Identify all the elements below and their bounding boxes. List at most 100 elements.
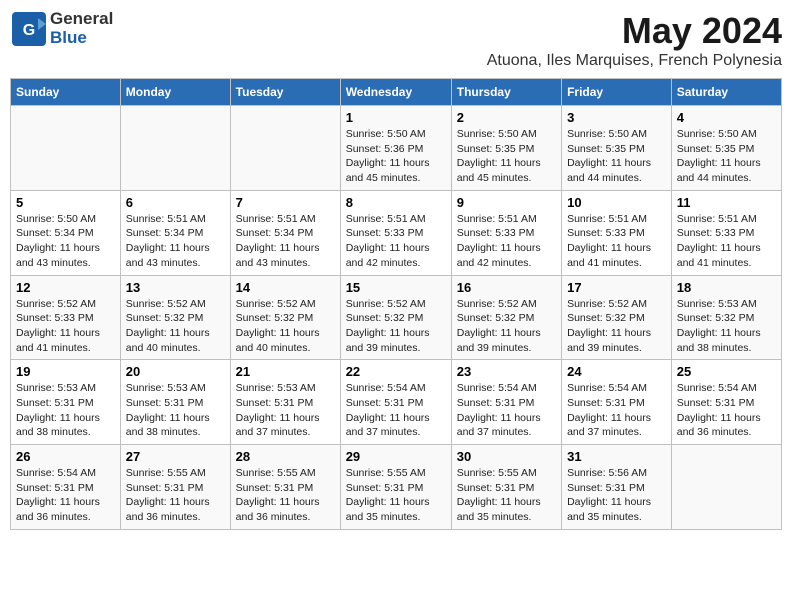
calendar-cell: 25 Sunrise: 5:54 AM Sunset: 5:31 PM Dayl… <box>671 360 781 445</box>
cell-daylight: Daylight: 11 hours and 45 minutes. <box>457 157 541 184</box>
cell-sunset: Sunset: 5:31 PM <box>457 397 535 409</box>
calendar-cell: 19 Sunrise: 5:53 AM Sunset: 5:31 PM Dayl… <box>11 360 121 445</box>
cell-sunrise: Sunrise: 5:52 AM <box>567 298 647 310</box>
cell-sunset: Sunset: 5:31 PM <box>457 482 535 494</box>
cell-daylight: Daylight: 11 hours and 39 minutes. <box>457 327 541 354</box>
cell-sunrise: Sunrise: 5:50 AM <box>346 128 426 140</box>
day-number: 3 <box>567 110 666 125</box>
calendar-cell: 21 Sunrise: 5:53 AM Sunset: 5:31 PM Dayl… <box>230 360 340 445</box>
day-number: 22 <box>346 364 446 379</box>
cell-daylight: Daylight: 11 hours and 36 minutes. <box>126 496 210 523</box>
cell-sunrise: Sunrise: 5:54 AM <box>457 382 537 394</box>
calendar-cell: 7 Sunrise: 5:51 AM Sunset: 5:34 PM Dayli… <box>230 190 340 275</box>
cell-sunset: Sunset: 5:31 PM <box>16 482 94 494</box>
cell-daylight: Daylight: 11 hours and 35 minutes. <box>567 496 651 523</box>
cell-sunrise: Sunrise: 5:50 AM <box>677 128 757 140</box>
day-number: 25 <box>677 364 776 379</box>
cell-sunrise: Sunrise: 5:51 AM <box>567 213 647 225</box>
cell-daylight: Daylight: 11 hours and 44 minutes. <box>677 157 761 184</box>
calendar-cell <box>671 445 781 530</box>
cell-sunset: Sunset: 5:35 PM <box>677 143 755 155</box>
cell-daylight: Daylight: 11 hours and 36 minutes. <box>677 412 761 439</box>
cell-daylight: Daylight: 11 hours and 42 minutes. <box>457 242 541 269</box>
calendar-cell: 1 Sunrise: 5:50 AM Sunset: 5:36 PM Dayli… <box>340 106 451 191</box>
calendar-cell: 28 Sunrise: 5:55 AM Sunset: 5:31 PM Dayl… <box>230 445 340 530</box>
calendar-cell: 14 Sunrise: 5:52 AM Sunset: 5:32 PM Dayl… <box>230 275 340 360</box>
cell-sunrise: Sunrise: 5:54 AM <box>346 382 426 394</box>
cell-daylight: Daylight: 11 hours and 40 minutes. <box>236 327 320 354</box>
calendar-cell: 15 Sunrise: 5:52 AM Sunset: 5:32 PM Dayl… <box>340 275 451 360</box>
day-number: 7 <box>236 195 335 210</box>
weekday-header-monday: Monday <box>120 79 230 106</box>
cell-sunset: Sunset: 5:36 PM <box>346 143 424 155</box>
weekday-header-tuesday: Tuesday <box>230 79 340 106</box>
cell-sunrise: Sunrise: 5:51 AM <box>677 213 757 225</box>
day-number: 12 <box>16 280 115 295</box>
cell-daylight: Daylight: 11 hours and 37 minutes. <box>567 412 651 439</box>
calendar-week-1: 1 Sunrise: 5:50 AM Sunset: 5:36 PM Dayli… <box>11 106 782 191</box>
cell-daylight: Daylight: 11 hours and 38 minutes. <box>16 412 100 439</box>
cell-sunrise: Sunrise: 5:52 AM <box>236 298 316 310</box>
day-number: 13 <box>126 280 225 295</box>
day-number: 20 <box>126 364 225 379</box>
cell-sunset: Sunset: 5:34 PM <box>16 227 94 239</box>
calendar-cell: 8 Sunrise: 5:51 AM Sunset: 5:33 PM Dayli… <box>340 190 451 275</box>
cell-sunrise: Sunrise: 5:55 AM <box>126 467 206 479</box>
cell-sunrise: Sunrise: 5:54 AM <box>567 382 647 394</box>
day-number: 27 <box>126 449 225 464</box>
calendar-cell: 20 Sunrise: 5:53 AM Sunset: 5:31 PM Dayl… <box>120 360 230 445</box>
calendar-week-2: 5 Sunrise: 5:50 AM Sunset: 5:34 PM Dayli… <box>11 190 782 275</box>
day-number: 11 <box>677 195 776 210</box>
cell-sunrise: Sunrise: 5:51 AM <box>126 213 206 225</box>
cell-sunset: Sunset: 5:31 PM <box>236 482 314 494</box>
calendar-cell: 3 Sunrise: 5:50 AM Sunset: 5:35 PM Dayli… <box>562 106 672 191</box>
cell-sunrise: Sunrise: 5:53 AM <box>677 298 757 310</box>
cell-sunset: Sunset: 5:34 PM <box>126 227 204 239</box>
cell-sunset: Sunset: 5:31 PM <box>567 397 645 409</box>
day-number: 19 <box>16 364 115 379</box>
logo-general: General <box>50 10 113 29</box>
day-number: 28 <box>236 449 335 464</box>
cell-sunrise: Sunrise: 5:52 AM <box>346 298 426 310</box>
calendar-cell: 29 Sunrise: 5:55 AM Sunset: 5:31 PM Dayl… <box>340 445 451 530</box>
calendar-cell: 27 Sunrise: 5:55 AM Sunset: 5:31 PM Dayl… <box>120 445 230 530</box>
calendar-cell: 4 Sunrise: 5:50 AM Sunset: 5:35 PM Dayli… <box>671 106 781 191</box>
cell-daylight: Daylight: 11 hours and 36 minutes. <box>16 496 100 523</box>
calendar-cell: 30 Sunrise: 5:55 AM Sunset: 5:31 PM Dayl… <box>451 445 561 530</box>
title-area: May 2024 Atuona, Iles Marquises, French … <box>487 10 782 70</box>
logo: G General Blue <box>10 10 113 48</box>
cell-sunrise: Sunrise: 5:51 AM <box>236 213 316 225</box>
cell-sunset: Sunset: 5:31 PM <box>16 397 94 409</box>
calendar-cell: 17 Sunrise: 5:52 AM Sunset: 5:32 PM Dayl… <box>562 275 672 360</box>
calendar-week-3: 12 Sunrise: 5:52 AM Sunset: 5:33 PM Dayl… <box>11 275 782 360</box>
cell-daylight: Daylight: 11 hours and 44 minutes. <box>567 157 651 184</box>
calendar-cell: 31 Sunrise: 5:56 AM Sunset: 5:31 PM Dayl… <box>562 445 672 530</box>
cell-daylight: Daylight: 11 hours and 38 minutes. <box>126 412 210 439</box>
cell-sunset: Sunset: 5:32 PM <box>457 312 535 324</box>
day-number: 9 <box>457 195 556 210</box>
cell-sunset: Sunset: 5:32 PM <box>567 312 645 324</box>
cell-sunset: Sunset: 5:32 PM <box>126 312 204 324</box>
day-number: 21 <box>236 364 335 379</box>
cell-daylight: Daylight: 11 hours and 35 minutes. <box>457 496 541 523</box>
calendar-week-4: 19 Sunrise: 5:53 AM Sunset: 5:31 PM Dayl… <box>11 360 782 445</box>
cell-sunset: Sunset: 5:33 PM <box>16 312 94 324</box>
cell-daylight: Daylight: 11 hours and 45 minutes. <box>346 157 430 184</box>
calendar-cell <box>230 106 340 191</box>
day-number: 30 <box>457 449 556 464</box>
cell-daylight: Daylight: 11 hours and 43 minutes. <box>16 242 100 269</box>
cell-sunset: Sunset: 5:33 PM <box>677 227 755 239</box>
cell-sunrise: Sunrise: 5:52 AM <box>126 298 206 310</box>
calendar-cell <box>120 106 230 191</box>
cell-sunrise: Sunrise: 5:53 AM <box>236 382 316 394</box>
page-subtitle: Atuona, Iles Marquises, French Polynesia <box>487 52 782 70</box>
cell-daylight: Daylight: 11 hours and 37 minutes. <box>236 412 320 439</box>
cell-sunrise: Sunrise: 5:55 AM <box>236 467 316 479</box>
calendar-cell: 22 Sunrise: 5:54 AM Sunset: 5:31 PM Dayl… <box>340 360 451 445</box>
day-number: 4 <box>677 110 776 125</box>
calendar-cell: 11 Sunrise: 5:51 AM Sunset: 5:33 PM Dayl… <box>671 190 781 275</box>
cell-daylight: Daylight: 11 hours and 43 minutes. <box>126 242 210 269</box>
logo-blue: Blue <box>50 29 113 48</box>
cell-daylight: Daylight: 11 hours and 36 minutes. <box>236 496 320 523</box>
cell-sunrise: Sunrise: 5:52 AM <box>16 298 96 310</box>
